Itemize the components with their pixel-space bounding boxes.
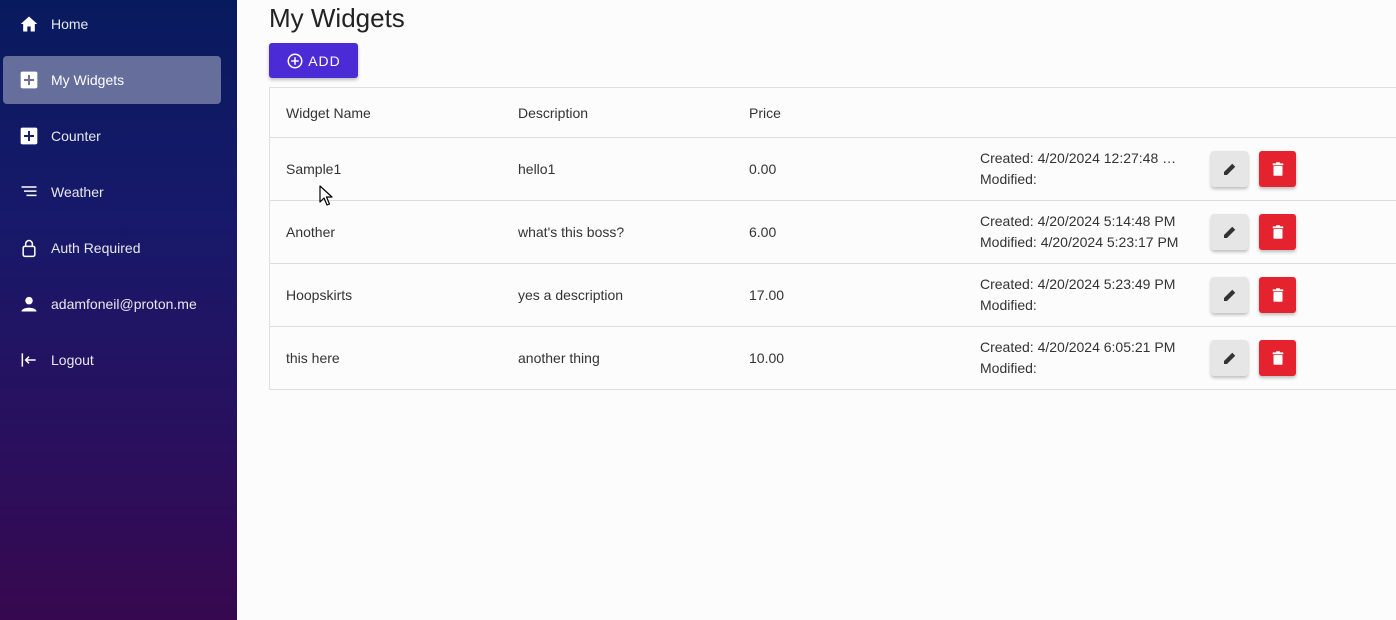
edit-cell [1211,277,1248,313]
sidebar-item-label: Counter [51,128,101,144]
widget-price: 0.00 [749,161,777,177]
edit-cell [1211,214,1248,250]
edit-button[interactable] [1211,277,1248,313]
sidebar-item-auth-required[interactable]: Auth Required [3,224,221,272]
column-header-name: Widget Name [286,104,371,121]
sidebar-item-label: Weather [51,184,104,200]
delete-button[interactable] [1259,214,1296,250]
widget-description: hello1 [518,161,556,177]
widget-price: 17.00 [749,287,785,303]
widget-price: 10.00 [749,350,785,366]
home-icon [19,14,39,34]
logout-icon [19,350,39,370]
main-content: My Widgets ADD Widget Name Description P… [237,0,1396,620]
widget-name: this here [286,350,340,366]
trash-icon [1272,351,1283,365]
edit-cell [1211,151,1248,187]
table-row: Sample1 hello1 0.00 Created: 4/20/2024 1… [270,138,1396,201]
widget-timestamps: Created: 4/20/2024 5:23:49 PM Modified: [980,274,1180,316]
sidebar-item-logout[interactable]: Logout [3,336,221,384]
column-header-description: Description [518,104,589,121]
edit-cell [1211,340,1248,376]
sidebar-item-label: Auth Required [51,240,141,256]
delete-button[interactable] [1259,277,1296,313]
pencil-icon [1223,289,1235,301]
widget-description: what's this boss? [518,224,625,240]
add-circle-icon [287,53,303,68]
table-row: this here another thing 10.00 Created: 4… [270,327,1396,390]
widget-price: 6.00 [749,224,777,240]
delete-button[interactable] [1259,151,1296,187]
trash-icon [1272,225,1283,239]
delete-cell [1259,340,1296,376]
pencil-icon [1223,226,1235,238]
widget-description: yes a description [518,287,624,303]
widget-name: Sample1 [286,161,342,177]
table-row: Another what's this boss? 6.00 Created: … [270,201,1396,264]
modified-timestamp: Modified: [980,297,1037,313]
created-timestamp: Created: 4/20/2024 5:23:49 PM [980,276,1176,292]
created-timestamp: Created: 4/20/2024 12:27:48 PM [980,150,1180,166]
trash-icon [1272,288,1283,302]
person-icon [19,294,39,314]
sidebar-item-home[interactable]: Home [3,0,221,48]
sidebar-item-label: Home [51,16,89,32]
list-icon [19,182,39,202]
delete-cell [1259,151,1296,187]
trash-icon [1272,162,1283,176]
column-header-price: Price [749,104,781,121]
widget-timestamps: Created: 4/20/2024 5:14:48 PM Modified: … [980,211,1180,253]
pencil-icon [1223,352,1235,364]
sidebar-nav: Home My Widgets Counter Weather Auth Req… [0,0,237,620]
add-widget-button[interactable]: ADD [269,43,358,78]
sidebar-item-label: Logout [51,352,94,368]
sidebar-item-weather[interactable]: Weather [3,168,221,216]
modified-timestamp: Modified: [980,171,1037,187]
table-header: Widget Name Description Price [270,88,1396,138]
page-title: My Widgets [269,3,405,33]
edit-button[interactable] [1211,340,1248,376]
sidebar-item-label: adamfoneil@proton.me [51,296,197,312]
edit-button[interactable] [1211,214,1248,250]
sidebar-item-label: My Widgets [51,72,125,88]
widget-name: Hoopskirts [286,287,353,303]
pencil-icon [1223,163,1235,175]
table-row: Hoopskirts yes a description 17.00 Creat… [270,264,1396,327]
delete-button[interactable] [1259,340,1296,376]
created-timestamp: Created: 4/20/2024 6:05:21 PM [980,339,1176,355]
delete-cell [1259,277,1296,313]
add-box-icon [19,126,39,146]
edit-button[interactable] [1211,151,1248,187]
widget-description: another thing [518,350,600,366]
widget-timestamps: Created: 4/20/2024 6:05:21 PM Modified: [980,337,1180,379]
add-button-label: ADD [308,52,341,69]
lock-icon [19,238,39,258]
sidebar-item-account[interactable]: adamfoneil@proton.me [3,280,221,328]
add-box-icon [19,70,39,90]
widgets-table: Widget Name Description Price Sample1 he… [269,87,1396,390]
sidebar-item-my-widgets[interactable]: My Widgets [3,56,221,104]
modified-timestamp: Modified: [980,360,1037,376]
modified-timestamp: Modified: 4/20/2024 5:23:17 PM [980,234,1179,250]
delete-cell [1259,214,1296,250]
widget-timestamps: Created: 4/20/2024 12:27:48 PM Modified: [980,148,1180,190]
created-timestamp: Created: 4/20/2024 5:14:48 PM [980,213,1176,229]
widget-name: Another [286,224,336,240]
sidebar-item-counter[interactable]: Counter [3,112,221,160]
